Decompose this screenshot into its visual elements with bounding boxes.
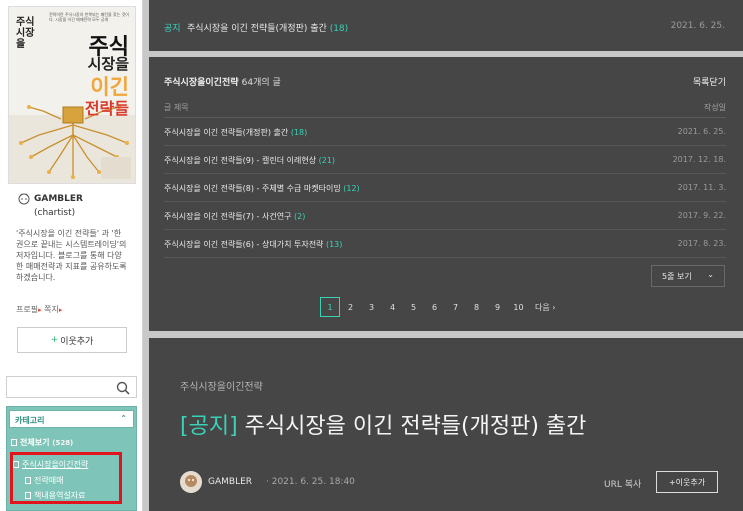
list-icon [11, 439, 17, 446]
table-row[interactable]: 주식시장을 이긴 전략들(7) - 사건연구 (2) 2017. 9. 22. [164, 202, 726, 230]
post-author[interactable]: GAMBLER [208, 477, 252, 487]
chevron-up-icon[interactable]: ⌃ [120, 414, 127, 423]
next-page-label: 다음 [535, 302, 550, 312]
avatar-icon [180, 471, 202, 493]
rows-per-page-select[interactable]: 5줄 보기 ⌄ [651, 265, 725, 287]
post-title: 주식시장을 이긴 전략들(6) - 상대가치 투자전략 [164, 240, 324, 249]
comment-count: (13) [325, 240, 343, 249]
post-date: 2017. 9. 22. [677, 211, 726, 220]
category-all[interactable]: 전체보기 (528) [11, 437, 73, 448]
comment-count: (2) [293, 212, 306, 221]
next-page-button[interactable]: 다음 › [535, 302, 555, 313]
category-all-count: (528) [52, 439, 74, 447]
table-row[interactable]: 주식시장을 이긴 전략들(6) - 상대가치 투자전략 (13) 2017. 8… [164, 230, 726, 258]
chevron-right-icon: › [552, 302, 556, 312]
profile-subtitle: (chartist) [34, 208, 76, 218]
post-title: 주식시장을 이긴 전략들(9) - 캘린더 이례현상 [164, 156, 317, 165]
profile-mascot-icon [18, 193, 30, 205]
highlight-box [10, 452, 122, 504]
column-header-date: 작성일 [703, 103, 726, 112]
post-title-link[interactable]: 주식시장을 이긴 전략들(6) - 상대가치 투자전략 (13) [164, 239, 342, 250]
profile-name[interactable]: GAMBLER [34, 194, 83, 204]
post-title-text: 주식시장을 이긴 전략들(개정판) 출간 [244, 414, 587, 439]
blog-sidebar: 전략이란 주식시장의 반복되는 패턴을 찾는 것이다. 시장을 이긴 매매전략 … [0, 0, 143, 511]
profile-description: '주식시장을 이긴 전략들' 과 '한 권으로 끝내는 시스템트레이딩'의 저자… [16, 229, 127, 282]
page-button-2[interactable]: 2 [340, 297, 361, 317]
column-header-title: 글 제목 [164, 103, 189, 112]
post-list-heading: 주식시장을이긴전략 64개의 글 [164, 75, 281, 88]
post-view-panel: 주식시장을이긴전략 [공지] 주식시장을 이긴 전략들(개정판) 출간 GAMB… [149, 338, 743, 511]
post-list-panel: 주식시장을이긴전략 64개의 글 목록닫기 글 제목 작성일 주식시장을 이긴 … [149, 57, 743, 331]
chevron-down-icon: ⌄ [707, 270, 714, 279]
page-button-4[interactable]: 4 [382, 297, 403, 317]
post-title: 주식시장을 이긴 전략들(개정판) 출간 [164, 128, 289, 137]
profile-links: 프로필▸ 쪽지▸ [16, 304, 62, 315]
page-button-6[interactable]: 6 [424, 297, 445, 317]
add-neighbor-label: 이웃추가 [60, 336, 94, 347]
post-datetime: · 2021. 6. 25. 18:40 [266, 477, 355, 487]
post-date: 2017. 11. 3. [677, 183, 726, 192]
post-list-category: 주식시장을이긴전략 [164, 78, 239, 88]
notice-bar: 공지 주식시장을 이긴 전략들(개정판) 출간 (18) 2021. 6. 25… [149, 0, 743, 51]
close-list-button[interactable]: 목록닫기 [693, 75, 726, 88]
category-all-label: 전체보기 [20, 438, 50, 447]
arrow-right-icon: ▸ [38, 306, 42, 314]
post-title-link[interactable]: 주식시장을 이긴 전략들(9) - 캘린더 이례현상 (21) [164, 155, 335, 166]
comment-count: (18) [329, 24, 349, 34]
notice-title-link[interactable]: 주식시장을 이긴 전략들(개정판) 출간 (18) [187, 21, 348, 34]
table-row[interactable]: 주식시장을 이긴 전략들(개정판) 출간 (18) 2021. 6. 25. [164, 118, 726, 146]
post-date: 2017. 12. 18. [672, 155, 726, 164]
category-header[interactable]: 카테고리 ⌃ [9, 410, 134, 428]
book-vertical-title: 주식시장을 [16, 17, 35, 50]
post-title-link[interactable]: 주식시장을 이긴 전략들(개정판) 출간 (18) [164, 127, 307, 138]
sidebar-search-input[interactable] [6, 376, 137, 398]
url-copy-button[interactable]: URL 복사 [604, 477, 641, 490]
sidebar-add-neighbor-button[interactable]: + 이웃추가 [17, 327, 127, 353]
rows-per-page-value: 5줄 보기 [662, 272, 692, 281]
page-button-7[interactable]: 7 [445, 297, 466, 317]
post-date: 2017. 8. 23. [677, 239, 726, 248]
notice-date: 2021. 6. 25. [670, 21, 725, 31]
post-title: 주식시장을 이긴 전략들(8) - 주체별 수급 마켓타이밍 [164, 184, 341, 193]
search-icon[interactable] [116, 381, 130, 395]
page-button-3[interactable]: 3 [361, 297, 382, 317]
avatar[interactable] [180, 471, 202, 493]
post-add-neighbor-button[interactable]: +이웃추가 [656, 471, 718, 493]
post-title: 주식시장을 이긴 전략들(7) - 사건연구 [164, 212, 292, 221]
category-title: 카테고리 [15, 416, 45, 425]
pagination: 1 2 3 4 5 6 7 8 9 10 다음 › [320, 297, 555, 317]
post-title-label: [공지] [180, 414, 238, 439]
arrow-right-icon: ▸ [58, 306, 63, 314]
book-tagline: 전략이란 주식시장의 반복되는 패턴을 찾는 것이다. 시장을 이긴 매매전략 … [49, 12, 129, 22]
post-list-count: 64개의 글 [241, 78, 281, 88]
comment-count: (21) [318, 156, 336, 165]
comment-count: (18) [290, 128, 308, 137]
page-button-1[interactable]: 1 [320, 297, 340, 317]
post-title-link[interactable]: 주식시장을 이긴 전략들(7) - 사건연구 (2) [164, 211, 305, 222]
book-title-line-4: 전략들 [84, 99, 129, 118]
message-link[interactable]: 쪽지 [44, 305, 59, 314]
profile-link[interactable]: 프로필 [16, 305, 38, 314]
comment-count: (12) [343, 184, 360, 193]
book-cover-image[interactable]: 전략이란 주식시장의 반복되는 패턴을 찾는 것이다. 시장을 이긴 매매전략 … [8, 6, 136, 184]
page-button-9[interactable]: 9 [487, 297, 508, 317]
post-title-link[interactable]: 주식시장을 이긴 전략들(8) - 주체별 수급 마켓타이밍 (12) [164, 183, 360, 194]
page-button-10[interactable]: 10 [508, 297, 529, 317]
post-category[interactable]: 주식시장을이긴전략 [180, 378, 263, 393]
notice-title: 주식시장을 이긴 전략들(개정판) 출간 [187, 24, 327, 34]
table-row[interactable]: 주식시장을 이긴 전략들(9) - 캘린더 이례현상 (21) 2017. 12… [164, 146, 726, 174]
page-button-5[interactable]: 5 [403, 297, 424, 317]
notice-label[interactable]: 공지 [164, 21, 181, 34]
table-row[interactable]: 주식시장을 이긴 전략들(8) - 주체별 수급 마켓타이밍 (12) 2017… [164, 174, 726, 202]
post-title-heading: [공지] 주식시장을 이긴 전략들(개정판) 출간 [180, 408, 586, 440]
plus-icon: + [50, 335, 59, 345]
page-button-8[interactable]: 8 [466, 297, 487, 317]
post-date: 2021. 6. 25. [677, 127, 726, 136]
